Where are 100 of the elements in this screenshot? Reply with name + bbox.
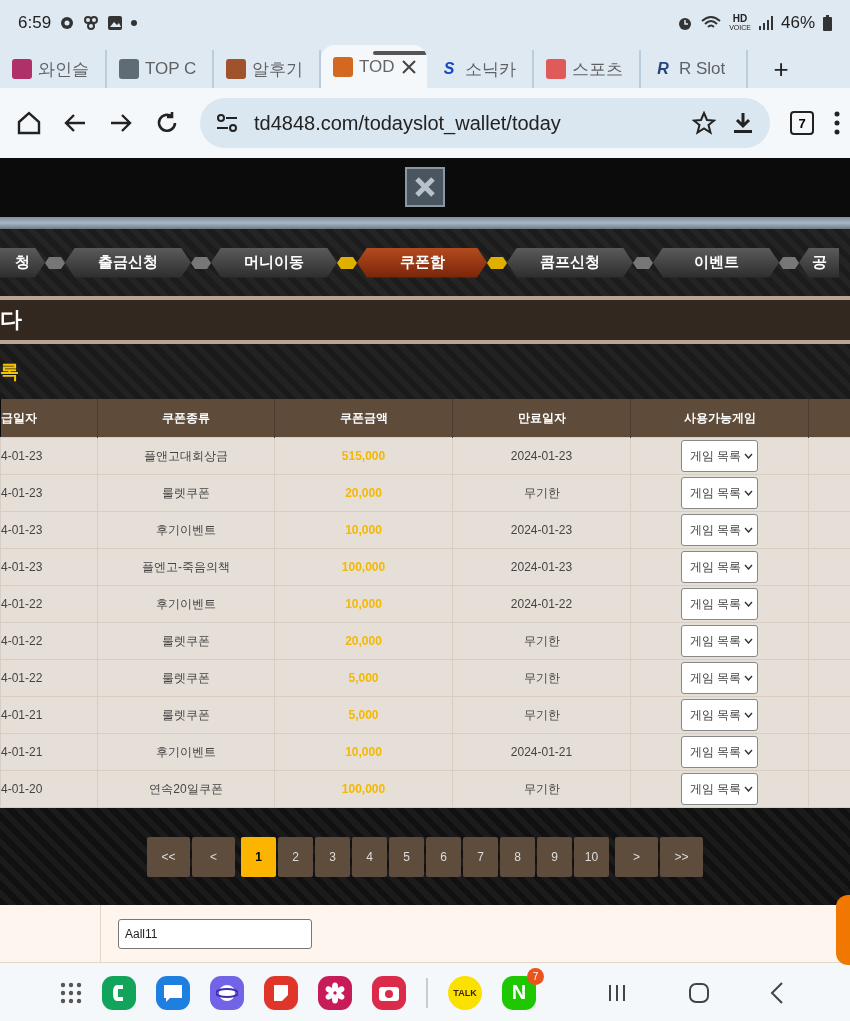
tab-title: 소닉카 <box>465 58 516 81</box>
apps-grid-icon[interactable] <box>60 981 82 1004</box>
table-cell: 4-01-22 <box>1 671 43 685</box>
game-select[interactable]: 게임 목록 <box>680 440 759 472</box>
chat-app-button[interactable]: TALK <box>448 975 482 1010</box>
close-icon[interactable] <box>400 58 417 75</box>
more-icon[interactable] <box>834 111 840 135</box>
table-cell: 후기이벤트 <box>156 744 216 759</box>
table-cell: 무기한 <box>523 633 560 648</box>
star-icon[interactable] <box>692 111 716 135</box>
page-button[interactable]: >> <box>660 836 703 877</box>
page-button[interactable]: 3 <box>315 836 350 877</box>
table-cell: 룰렛쿠폰 <box>162 707 210 722</box>
tab-title: 스포츠 <box>572 58 623 81</box>
page-button[interactable]: 4 <box>352 836 387 877</box>
page-button[interactable]: 5 <box>389 836 424 877</box>
camera-app-icon[interactable] <box>372 975 406 1010</box>
game-select[interactable]: 게임 목록 <box>680 699 759 731</box>
phone-app-icon[interactable] <box>102 975 136 1010</box>
chevron-icon <box>744 453 754 459</box>
messages-app-icon[interactable] <box>156 975 190 1010</box>
table-cell: 2024-01-21 <box>510 745 573 759</box>
connector-icon <box>191 256 211 269</box>
settings-icon <box>59 14 76 31</box>
game-select[interactable]: 게임 목록 <box>680 662 759 694</box>
browser-app-icon[interactable] <box>210 975 244 1010</box>
address-bar[interactable]: td4848.com/todayslot_wallet/today <box>200 98 770 148</box>
column-header: 만료일자 <box>517 410 566 425</box>
page-button[interactable]: << <box>147 836 190 877</box>
table-cell: 4-01-23 <box>1 449 43 463</box>
game-select[interactable]: 게임 목록 <box>680 588 759 620</box>
notes-app-icon[interactable] <box>264 975 298 1010</box>
tab-title: R Slot <box>679 59 726 79</box>
page-button[interactable]: 10 <box>574 836 609 877</box>
table-cell: 4-01-23 <box>1 560 43 574</box>
game-select[interactable]: 게임 목록 <box>680 477 759 509</box>
game-select[interactable]: 게임 목록 <box>680 736 759 768</box>
table-cell: 2024-01-22 <box>510 597 573 611</box>
page-button[interactable]: < <box>192 836 235 877</box>
site-favicon-icon <box>333 56 353 77</box>
new-tab-button[interactable]: + <box>748 50 814 88</box>
chevron-icon <box>744 564 754 570</box>
table-cell: 4-01-21 <box>1 708 43 722</box>
chevron-icon <box>744 638 754 644</box>
page-button[interactable]: 7 <box>463 836 498 877</box>
chat-icon <box>162 982 184 1003</box>
nav-tab[interactable]: 콤프신청 <box>507 247 633 278</box>
table-cell: 룰렛쿠폰 <box>162 485 210 500</box>
page-button[interactable]: 1 <box>241 836 276 877</box>
nav-tab[interactable]: 출금신청 <box>65 247 191 278</box>
clock-time: 6:59 <box>18 12 52 33</box>
back-icon[interactable] <box>770 980 784 1005</box>
side-tab[interactable] <box>836 895 850 965</box>
page-button[interactable]: > <box>615 836 658 877</box>
nav-tab[interactable]: 머니이동 <box>211 247 337 278</box>
chevron-icon <box>744 786 754 792</box>
battery-percent: 46% <box>780 12 815 33</box>
nav-tab[interactable]: 쿠폰함 <box>357 247 487 278</box>
nav-tab[interactable]: 공 <box>799 247 839 278</box>
table-cell: 룰렛쿠폰 <box>162 670 210 685</box>
game-select[interactable]: 게임 목록 <box>680 551 759 583</box>
page-button[interactable]: 2 <box>278 836 313 877</box>
tab-title: TOP C <box>145 59 197 79</box>
game-select[interactable]: 게임 목록 <box>680 773 759 805</box>
table-cell: 플엔고-죽음의책 <box>142 559 230 574</box>
game-select[interactable]: 게임 목록 <box>680 514 759 546</box>
connector-icon <box>633 256 653 269</box>
signal-icon <box>758 15 773 30</box>
close-button[interactable] <box>405 166 445 207</box>
table-cell: 2024-01-23 <box>510 449 573 463</box>
column-header: 급일자 <box>0 410 37 425</box>
column-header: 쿠폰금액 <box>339 410 388 425</box>
gallery-app-icon[interactable] <box>318 975 352 1010</box>
column-header: 쿠폰종류 <box>162 410 210 425</box>
chevron-icon <box>744 712 754 718</box>
battery-icon <box>823 14 832 31</box>
tab-count-button[interactable]: 7 <box>790 111 814 135</box>
close-icon <box>414 175 436 198</box>
site-logo: R <box>656 59 670 79</box>
page-button[interactable]: 6 <box>426 836 461 877</box>
chevron-icon <box>744 490 754 496</box>
amount-cell: 10,000 <box>345 523 382 537</box>
nav-tab[interactable]: 청 <box>0 247 45 278</box>
image-icon <box>107 14 124 31</box>
home-icon[interactable] <box>16 110 42 136</box>
page-button[interactable]: 9 <box>537 836 572 877</box>
nav-tab[interactable]: 이벤트 <box>653 247 779 278</box>
table-cell: 4-01-23 <box>1 523 43 537</box>
hd-label: HD <box>732 14 748 24</box>
browser-tab[interactable]: TOD <box>321 45 427 88</box>
page-button[interactable]: 8 <box>500 836 535 877</box>
download-icon[interactable] <box>732 111 754 135</box>
table-cell: 무기한 <box>523 670 560 685</box>
tab-title: 알후기 <box>252 58 303 81</box>
table-cell: 4-01-21 <box>1 745 43 759</box>
input-field[interactable]: Aall11 <box>118 918 312 949</box>
table-cell: 4-01-22 <box>1 597 43 611</box>
site-favicon-icon <box>12 59 32 79</box>
home-button-icon[interactable] <box>688 981 710 1004</box>
game-select[interactable]: 게임 목록 <box>680 625 759 657</box>
